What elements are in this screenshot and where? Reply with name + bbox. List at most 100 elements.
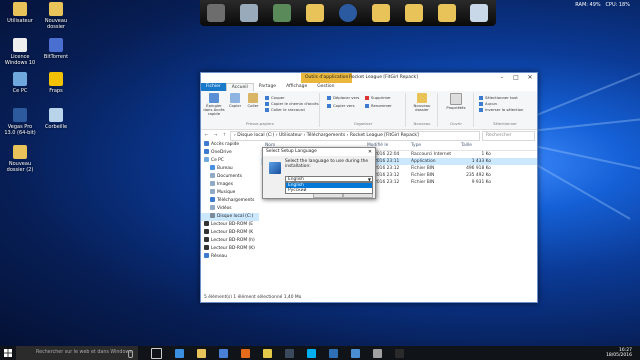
start-button[interactable]: [0, 346, 16, 360]
nav-item[interactable]: Images: [201, 181, 259, 189]
breadcrumb-user[interactable]: Utilisateur: [279, 133, 302, 138]
delete-button[interactable]: Supprimer: [365, 95, 391, 100]
cut-button[interactable]: Couper: [265, 95, 285, 100]
address-bar[interactable]: › Disque local (C:) › Utilisateur › Télé…: [230, 130, 480, 141]
edge-icon[interactable]: [175, 348, 184, 358]
nav-item[interactable]: Lecteur BD-ROM (E: [201, 221, 259, 229]
photoshop-icon[interactable]: [329, 348, 338, 358]
tab-gestion[interactable]: Gestion: [312, 83, 339, 91]
bittorrent-icon: [49, 38, 63, 52]
back-icon[interactable]: ←: [203, 133, 210, 138]
desktop-icon[interactable]: Nouveau dossier: [38, 2, 74, 30]
maximize-button[interactable]: □: [509, 73, 523, 83]
winrar-icon[interactable]: [373, 348, 382, 358]
move-to-button[interactable]: Déplacer vers: [327, 95, 359, 100]
steam-icon[interactable]: [285, 348, 294, 358]
copy-to-button[interactable]: Copier vers: [327, 103, 355, 108]
minimize-button[interactable]: –: [495, 73, 509, 83]
user-icon[interactable]: [273, 4, 292, 22]
nav-item[interactable]: Lecteur BD-ROM (K: [201, 229, 259, 237]
paste-shortcut-button[interactable]: Coller le raccourci: [265, 107, 305, 112]
desktop-icon[interactable]: Corbeille: [38, 108, 74, 130]
desktop-icon[interactable]: Nouveau dossier (2): [2, 145, 38, 173]
tab-accueil[interactable]: Accueil: [225, 83, 254, 91]
folder-icon[interactable]: [437, 4, 456, 22]
tab-affichage[interactable]: Affichage: [281, 83, 312, 91]
copy-button[interactable]: Copier: [227, 93, 243, 108]
select-none-button[interactable]: Aucun: [479, 101, 497, 106]
up-icon[interactable]: ↑: [221, 133, 228, 138]
new-folder-label: Nouveau dossier: [413, 103, 431, 112]
nav-item[interactable]: Documents: [201, 173, 259, 181]
column-type[interactable]: Type: [411, 141, 421, 150]
pin-button[interactable]: Épingler dans Accès rapide: [203, 93, 225, 116]
rename-button[interactable]: Renommer: [365, 103, 392, 108]
breadcrumb-drive[interactable]: Disque local (C:): [237, 133, 274, 138]
properties-label: Propriétés: [446, 105, 466, 110]
search-input[interactable]: Rechercher: [482, 130, 535, 141]
nav-item[interactable]: Vidéos: [201, 205, 259, 213]
nav-item[interactable]: Bureau: [201, 165, 259, 173]
nav-item-label: Musique: [217, 190, 236, 195]
nav-item[interactable]: Téléchargements: [201, 197, 259, 205]
nav-item[interactable]: Lecteur BD-ROM (h): [201, 237, 259, 245]
breadcrumb-folder[interactable]: Rocket League [FitGirl Repack]: [350, 133, 419, 138]
nav-item[interactable]: OneDrive: [201, 149, 259, 157]
nav-item-icon: [210, 197, 215, 202]
top-dock: [200, 0, 496, 26]
firefox-icon[interactable]: [241, 348, 250, 358]
properties-button[interactable]: Propriétés: [441, 93, 471, 110]
desktop-icon[interactable]: Licence Windows 10: [2, 38, 38, 66]
folder-icon[interactable]: [404, 4, 423, 22]
chrome-icon[interactable]: [263, 348, 272, 358]
clock-date[interactable]: 18/05/2016: [606, 353, 632, 358]
nav-item[interactable]: Lecteur BD-ROM (K): [201, 245, 259, 253]
select-all-button[interactable]: Sélectionner tout: [479, 95, 518, 100]
tab-partage[interactable]: Partage: [254, 83, 281, 91]
nav-item[interactable]: Accès rapide: [201, 141, 259, 149]
new-folder-button[interactable]: Nouveau dossier: [409, 93, 435, 112]
task-view-icon[interactable]: [151, 347, 162, 359]
desktop-icon[interactable]: Utilisateur: [2, 2, 38, 24]
desktop-icon-label: Fraps: [49, 88, 63, 94]
copy-path-button[interactable]: Copier le chemin d'accès: [265, 101, 319, 106]
desktop-icon[interactable]: Ce PC: [2, 72, 38, 94]
tab-fichier[interactable]: Fichier: [201, 83, 226, 91]
desktop-icon-label: Licence Windows 10: [4, 54, 36, 66]
store-icon[interactable]: [219, 348, 228, 358]
organize-group: Déplacer vers Copier vers Supprimer Reno…: [321, 93, 406, 127]
skype-icon[interactable]: [307, 348, 316, 358]
forward-icon[interactable]: →: [212, 133, 219, 138]
organize-label: Organiser: [353, 121, 373, 126]
file-explorer-icon[interactable]: [197, 348, 206, 358]
recycle-bin-icon[interactable]: [470, 4, 489, 22]
desktop-icon[interactable]: Vegas Pro 13.0 (64-bit): [2, 108, 38, 136]
breadcrumb-downloads[interactable]: Téléchargements: [307, 133, 345, 138]
drive-icon[interactable]: [240, 4, 259, 22]
close-button[interactable]: ✕: [523, 73, 537, 83]
nav-item-label: Disque local (C:): [217, 214, 254, 219]
vegas-icon[interactable]: [351, 348, 360, 358]
desktop-icon[interactable]: Fraps: [38, 72, 74, 94]
rocket-league-icon[interactable]: [338, 4, 357, 22]
setup-icon[interactable]: [395, 348, 404, 358]
copy-label: Copier: [228, 103, 242, 108]
nav-item-icon: [210, 173, 215, 178]
taskbar-search-box[interactable]: Rechercher sur le web et dans Windows: [16, 346, 138, 360]
context-tab[interactable]: Outils d'application: [301, 73, 353, 83]
column-size[interactable]: Taille: [461, 141, 472, 150]
folder-icon[interactable]: [306, 4, 325, 22]
microphone-icon[interactable]: [128, 350, 133, 358]
nav-item[interactable]: Disque local (C:): [201, 213, 259, 221]
paste-button[interactable]: Coller: [245, 93, 261, 108]
desktop-icon[interactable]: BitTorrent: [38, 38, 74, 60]
language-option-russian[interactable]: Русский: [286, 188, 372, 193]
dialog-close-button[interactable]: ✕: [365, 148, 375, 156]
nav-item[interactable]: Musique: [201, 189, 259, 197]
computer-icon[interactable]: [207, 4, 226, 22]
folder-icon[interactable]: [371, 4, 390, 22]
invert-selection-button[interactable]: Inverser la sélection: [479, 107, 523, 112]
nav-item[interactable]: Réseau: [201, 253, 259, 261]
nav-item-label: Accès rapide: [211, 142, 240, 147]
nav-item[interactable]: Ce PC: [201, 157, 259, 165]
